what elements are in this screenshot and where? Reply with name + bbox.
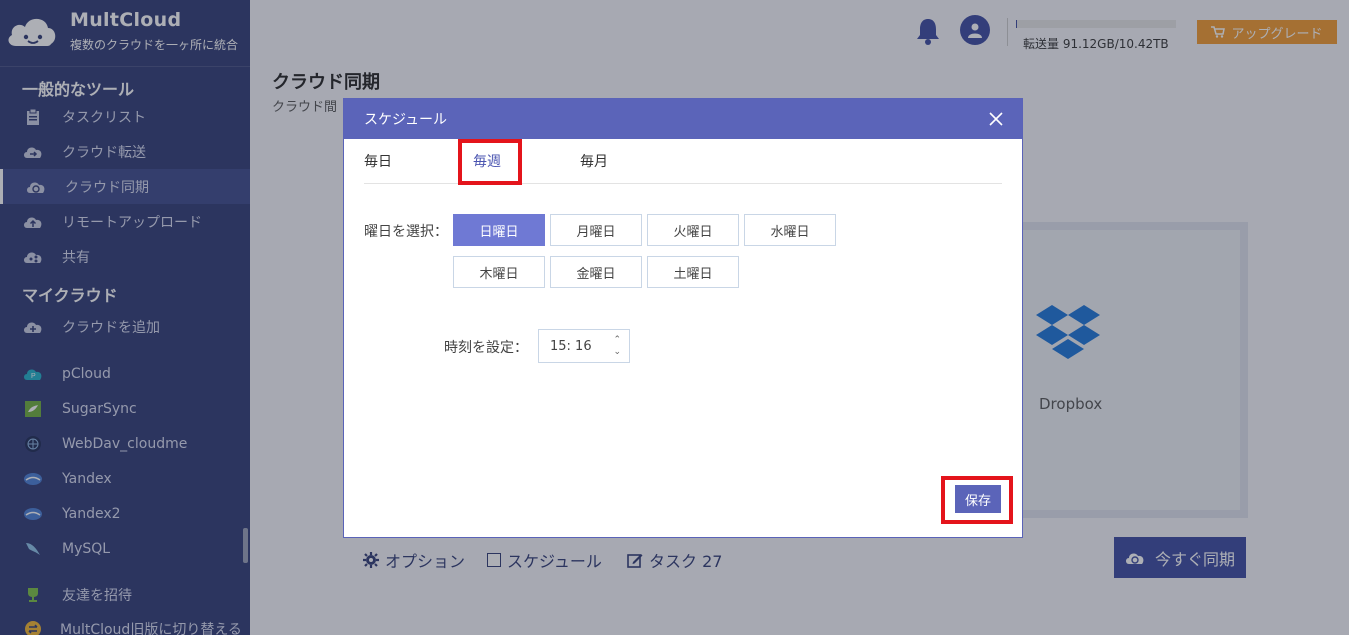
day-sunday[interactable]: 日曜日 — [453, 214, 545, 246]
weekday-label: 曜日を選択： — [364, 224, 448, 240]
day-friday[interactable]: 金曜日 — [550, 256, 642, 288]
time-spinner[interactable]: ⌃ ⌄ — [613, 334, 621, 358]
spin-down-icon[interactable]: ⌄ — [613, 346, 621, 358]
time-input[interactable]: 15: 16 ⌃ ⌄ — [538, 329, 630, 363]
day-saturday[interactable]: 土曜日 — [647, 256, 739, 288]
time-label: 時刻を設定： — [444, 340, 528, 356]
highlight-weekly-tab — [458, 139, 522, 185]
day-wednesday[interactable]: 水曜日 — [744, 214, 836, 246]
spin-up-icon[interactable]: ⌃ — [613, 334, 621, 346]
day-thursday[interactable]: 木曜日 — [453, 256, 545, 288]
dialog-title: スケジュール — [364, 112, 448, 128]
schedule-dialog: スケジュール 毎日 毎週 毎月 曜日を選択： 日曜日 月曜日 火曜日 水曜日 木… — [343, 98, 1023, 538]
day-monday[interactable]: 月曜日 — [550, 214, 642, 246]
highlight-save-button — [941, 476, 1013, 524]
close-icon[interactable] — [988, 111, 1004, 127]
tab-monthly[interactable]: 毎月 — [580, 151, 608, 171]
tab-daily[interactable]: 毎日 — [364, 151, 392, 171]
dialog-header: スケジュール — [344, 99, 1022, 139]
time-value: 15: 16 — [550, 338, 592, 354]
day-tuesday[interactable]: 火曜日 — [647, 214, 739, 246]
